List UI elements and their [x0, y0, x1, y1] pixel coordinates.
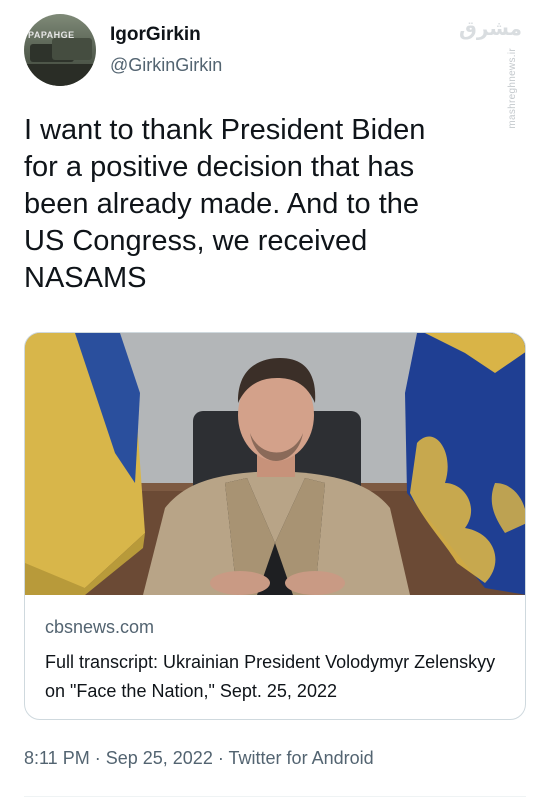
avatar-plate-text: PAPAHGE: [28, 30, 75, 40]
avatar-ground: [24, 64, 96, 86]
watermark-logo: مشرق: [458, 18, 522, 40]
author-display-name[interactable]: IgorGirkin: [110, 24, 201, 46]
link-card-title: Full transcript: Ukrainian President Vol…: [45, 652, 496, 701]
tweet-meta: 8:11 PM · Sep 25, 2022 · Twitter for And…: [24, 748, 374, 769]
avatar-vehicle: [52, 38, 92, 60]
tweet-header: PAPAHGE IgorGirkin @GirkinGirkin مشرق ma…: [24, 14, 524, 129]
divider: [24, 796, 526, 797]
link-card-domain: cbsnews.com: [45, 617, 155, 637]
news-photo-icon: [25, 333, 525, 595]
meta-separator: ·: [94, 748, 101, 768]
author-avatar[interactable]: PAPAHGE: [24, 14, 96, 86]
meta-separator: ·: [217, 748, 224, 768]
tweet-date[interactable]: Sep 25, 2022: [106, 748, 213, 768]
link-card-image[interactable]: [25, 333, 525, 595]
link-card[interactable]: cbsnews.com Full transcript: Ukrainian P…: [24, 332, 526, 720]
author-handle[interactable]: @GirkinGirkin: [110, 55, 222, 76]
link-card-text[interactable]: cbsnews.com Full transcript: Ukrainian P…: [45, 617, 515, 706]
tweet-source[interactable]: Twitter for Android: [229, 748, 374, 768]
tweet-text: I want to thank President Biden for a po…: [24, 114, 426, 294]
tweet-time[interactable]: 8:11 PM: [24, 748, 90, 768]
